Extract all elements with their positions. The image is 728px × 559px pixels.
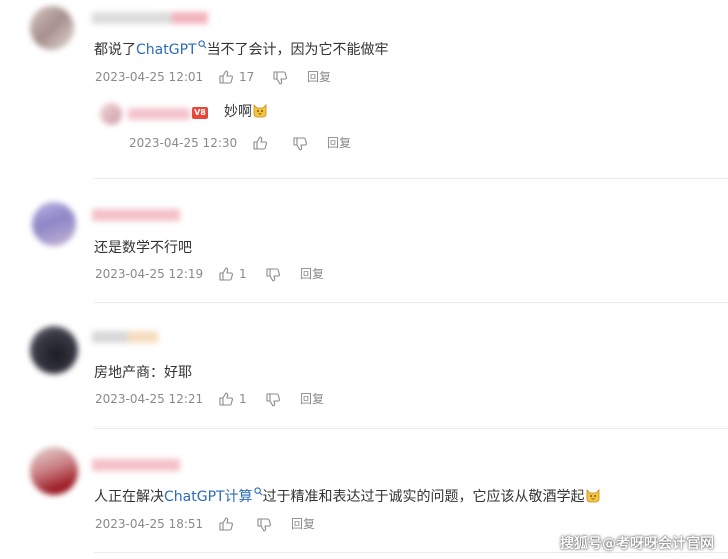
timestamp: 2023-04-25 12:21 bbox=[95, 392, 204, 406]
dislike-icon[interactable] bbox=[256, 517, 272, 533]
avatar[interactable] bbox=[30, 326, 78, 374]
search-icon bbox=[253, 487, 263, 496]
dislike-icon[interactable] bbox=[292, 136, 308, 152]
divider bbox=[94, 178, 728, 179]
timestamp: 2023-04-25 18:51 bbox=[95, 517, 204, 531]
avatar[interactable] bbox=[30, 447, 78, 495]
username-redacted[interactable] bbox=[92, 12, 208, 24]
comment-text: 人正在解决ChatGPT计算 过于精准和表达过于诚实的问题，它应该从敬酒学起 bbox=[94, 487, 601, 507]
timestamp: 2023-04-25 12:19 bbox=[95, 267, 204, 281]
cat-emoji-icon bbox=[586, 489, 599, 503]
comment-text: 房地产商：好耶 bbox=[94, 365, 192, 381]
like-icon[interactable] bbox=[218, 391, 234, 407]
reply-text: 妙啊 bbox=[224, 102, 268, 122]
username-redacted[interactable] bbox=[92, 459, 180, 471]
cat-emoji-icon bbox=[253, 104, 267, 118]
reply-button[interactable]: 回复 bbox=[300, 266, 324, 282]
username-redacted[interactable] bbox=[128, 108, 190, 120]
dislike-icon[interactable] bbox=[265, 267, 281, 283]
search-icon bbox=[197, 40, 207, 49]
timestamp: 2023-04-25 12:01 bbox=[95, 70, 204, 84]
watermark: 搜狐号@考呀呀会计官网 bbox=[560, 536, 714, 552]
like-icon[interactable] bbox=[252, 135, 268, 151]
dislike-icon[interactable] bbox=[265, 392, 281, 408]
like-count: 1 bbox=[239, 392, 247, 406]
timestamp: 2023-04-25 12:30 bbox=[129, 136, 238, 150]
level-badge: V8 bbox=[192, 107, 208, 119]
dislike-icon[interactable] bbox=[272, 70, 288, 86]
like-icon[interactable] bbox=[218, 69, 234, 85]
like-icon[interactable] bbox=[218, 516, 234, 532]
like-count: 1 bbox=[239, 267, 247, 281]
reply-button[interactable]: 回复 bbox=[327, 135, 351, 151]
divider bbox=[94, 428, 728, 429]
like-count: 17 bbox=[239, 70, 255, 84]
avatar[interactable] bbox=[32, 202, 76, 246]
avatar[interactable] bbox=[30, 6, 74, 50]
like-icon[interactable] bbox=[218, 266, 234, 282]
username-redacted[interactable] bbox=[92, 331, 158, 343]
comment-text: 都说了ChatGPT 当不了会计，因为它不能做牢 bbox=[94, 40, 389, 58]
topic-link[interactable]: ChatGPT bbox=[136, 40, 207, 58]
reply-button[interactable]: 回复 bbox=[300, 391, 324, 407]
comment-text: 还是数学不行吧 bbox=[94, 240, 192, 256]
username-redacted[interactable] bbox=[92, 209, 180, 221]
avatar[interactable] bbox=[100, 103, 122, 125]
divider bbox=[94, 302, 728, 303]
reply-button[interactable]: 回复 bbox=[307, 69, 331, 85]
reply-button[interactable]: 回复 bbox=[291, 516, 315, 532]
topic-link[interactable]: ChatGPT计算 bbox=[164, 487, 263, 505]
